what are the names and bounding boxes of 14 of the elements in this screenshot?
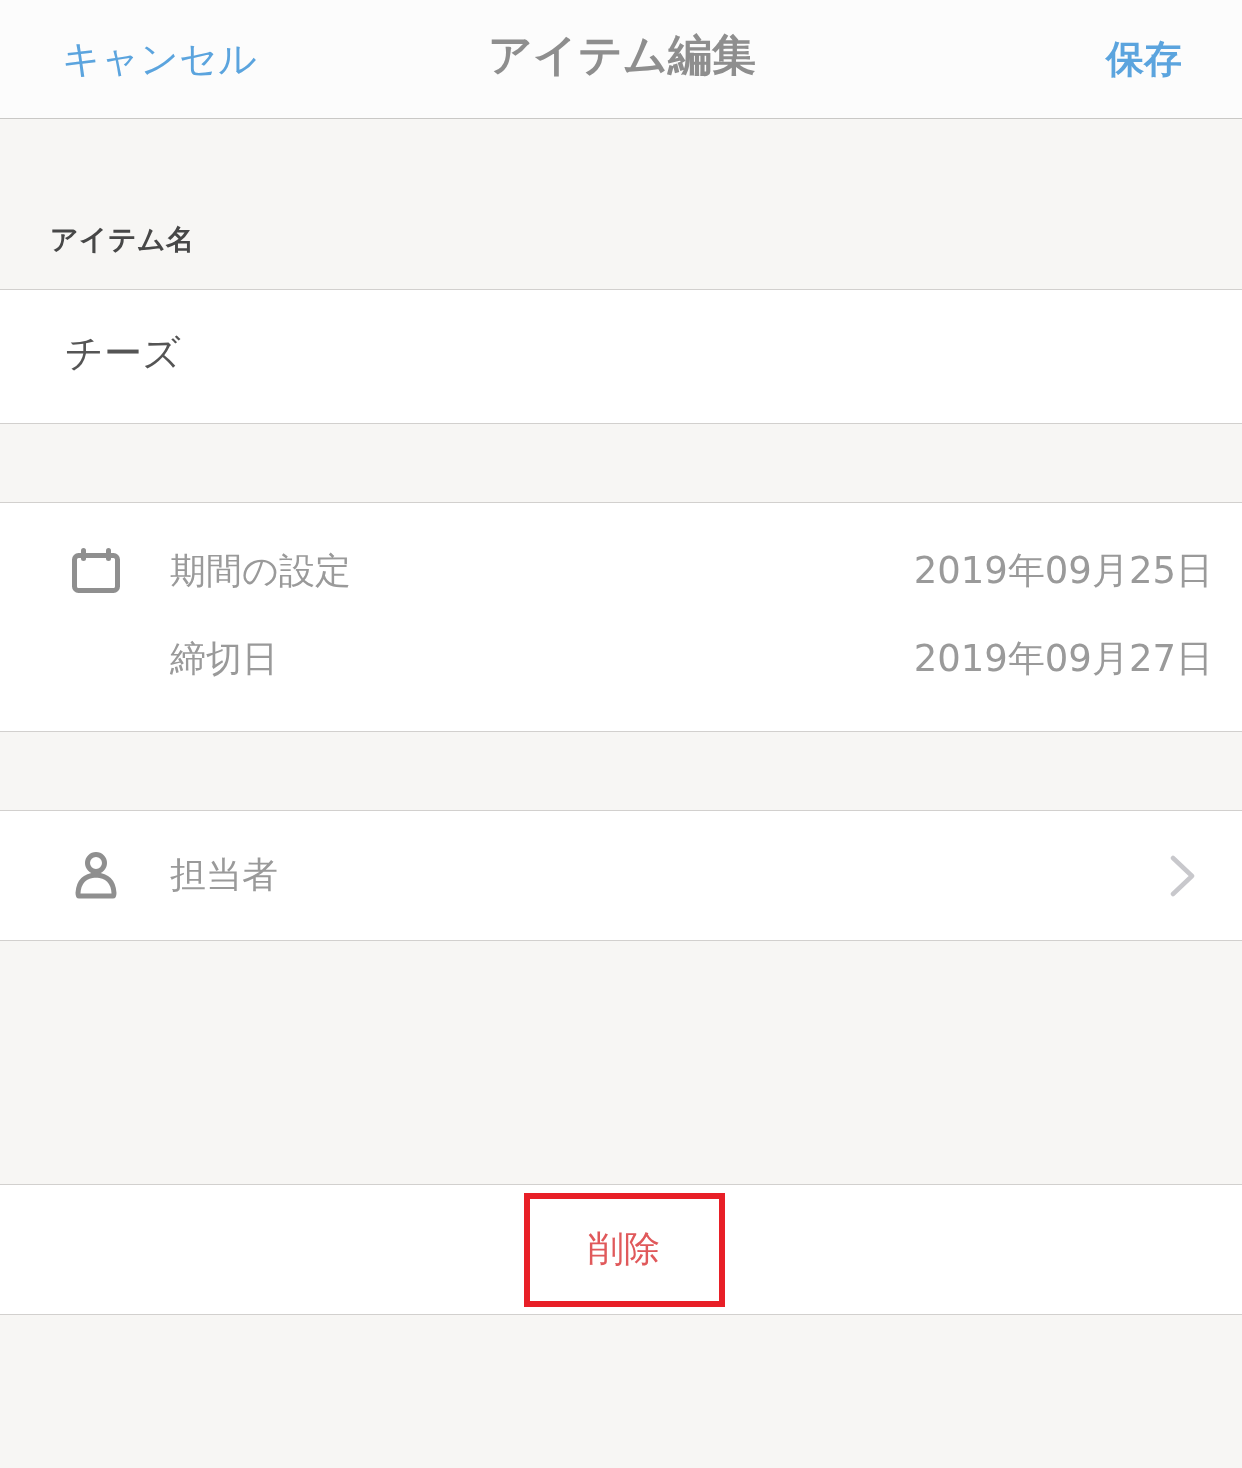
person-icon bbox=[75, 851, 117, 900]
screen-title: アイテム編集 bbox=[488, 27, 756, 82]
save-button[interactable]: 保存 bbox=[1106, 33, 1182, 85]
date-value[interactable]: 2019年09月25日 bbox=[913, 546, 1213, 596]
section-label: アイテム名 bbox=[50, 222, 194, 258]
calendar-icon bbox=[72, 548, 120, 594]
delete-button[interactable]: 削除 bbox=[588, 1225, 660, 1274]
date-label: 期間の設定 bbox=[170, 548, 352, 593]
cancel-button[interactable]: キャンセル bbox=[62, 33, 257, 85]
item-name-field[interactable]: チーズ bbox=[0, 289, 1242, 424]
assignee-row[interactable]: 担当者 bbox=[0, 810, 1242, 941]
date-label: 締切日 bbox=[170, 636, 279, 681]
chevron-right-icon bbox=[1170, 854, 1196, 897]
date-value[interactable]: 2019年09月27日 bbox=[913, 634, 1213, 684]
